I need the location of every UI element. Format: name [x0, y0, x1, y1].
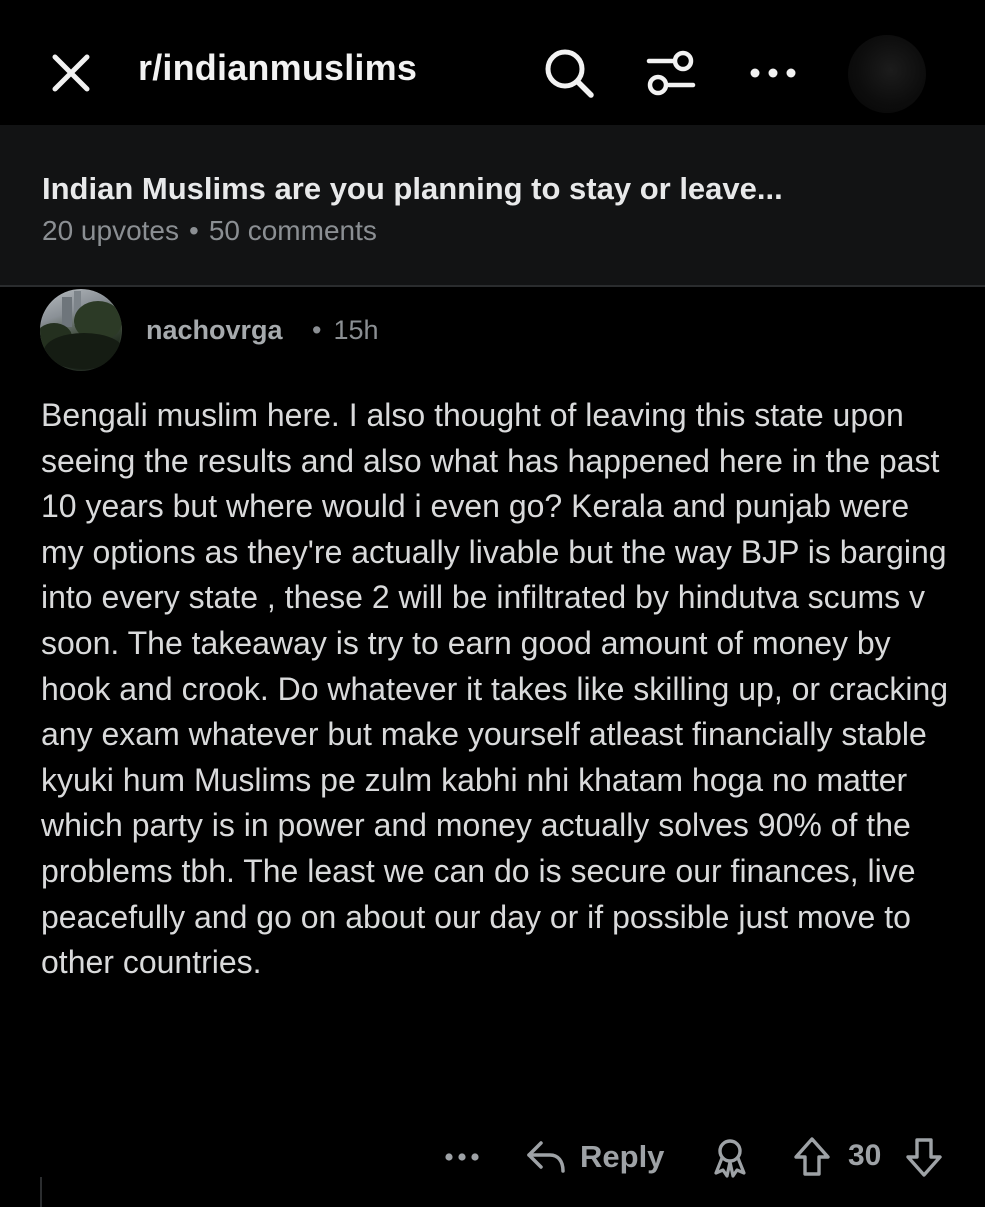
upvote-icon: [794, 1137, 830, 1176]
post-meta: 20 upvotes • 50 comments: [42, 215, 377, 247]
award-icon: [714, 1139, 746, 1178]
comment-actions: Reply 30: [0, 1127, 985, 1187]
upvote-button[interactable]: [792, 1133, 832, 1181]
more-icon: [445, 1153, 479, 1161]
post-title[interactable]: Indian Muslims are you planning to stay …: [42, 171, 783, 207]
reply-button[interactable]: Reply: [524, 1133, 664, 1181]
search-button[interactable]: [540, 44, 598, 102]
reply-arrow-icon: [527, 1141, 565, 1173]
thread-line: [40, 1177, 42, 1207]
filter-button[interactable]: [642, 44, 700, 102]
downvote-icon: [906, 1138, 942, 1177]
time-value: 15h: [333, 315, 379, 345]
subreddit-name[interactable]: r/indianmuslims: [138, 47, 417, 89]
meta-separator: •: [189, 215, 199, 246]
comment-more-button[interactable]: [442, 1133, 482, 1181]
search-icon: [545, 49, 594, 98]
reply-label: Reply: [580, 1139, 665, 1174]
award-button[interactable]: [710, 1133, 750, 1181]
more-options-button[interactable]: [744, 44, 802, 102]
time-separator: •: [312, 315, 322, 345]
upvote-count: 20 upvotes: [42, 215, 179, 246]
downvote-button[interactable]: [904, 1133, 944, 1181]
commenter-avatar[interactable]: [40, 289, 122, 371]
close-icon: [52, 54, 90, 92]
filter-icon: [646, 50, 696, 96]
comment-count: 50 comments: [208, 215, 377, 246]
comment-timestamp: • 15h: [312, 315, 379, 346]
user-avatar[interactable]: [848, 35, 926, 113]
comment-author[interactable]: nachovrga: [146, 315, 283, 346]
close-button[interactable]: [44, 46, 98, 100]
top-bar: r/indianmuslims: [0, 0, 985, 125]
comment-body: Bengali muslim here. I also thought of l…: [41, 397, 949, 981]
post-header[interactable]: Indian Muslims are you planning to stay …: [0, 125, 985, 285]
avatar-image: [40, 291, 122, 369]
vote-count: 30: [848, 1139, 882, 1172]
comment: nachovrga • 15h Bengali muslim here. I al…: [0, 287, 985, 1207]
more-icon: [750, 68, 796, 78]
